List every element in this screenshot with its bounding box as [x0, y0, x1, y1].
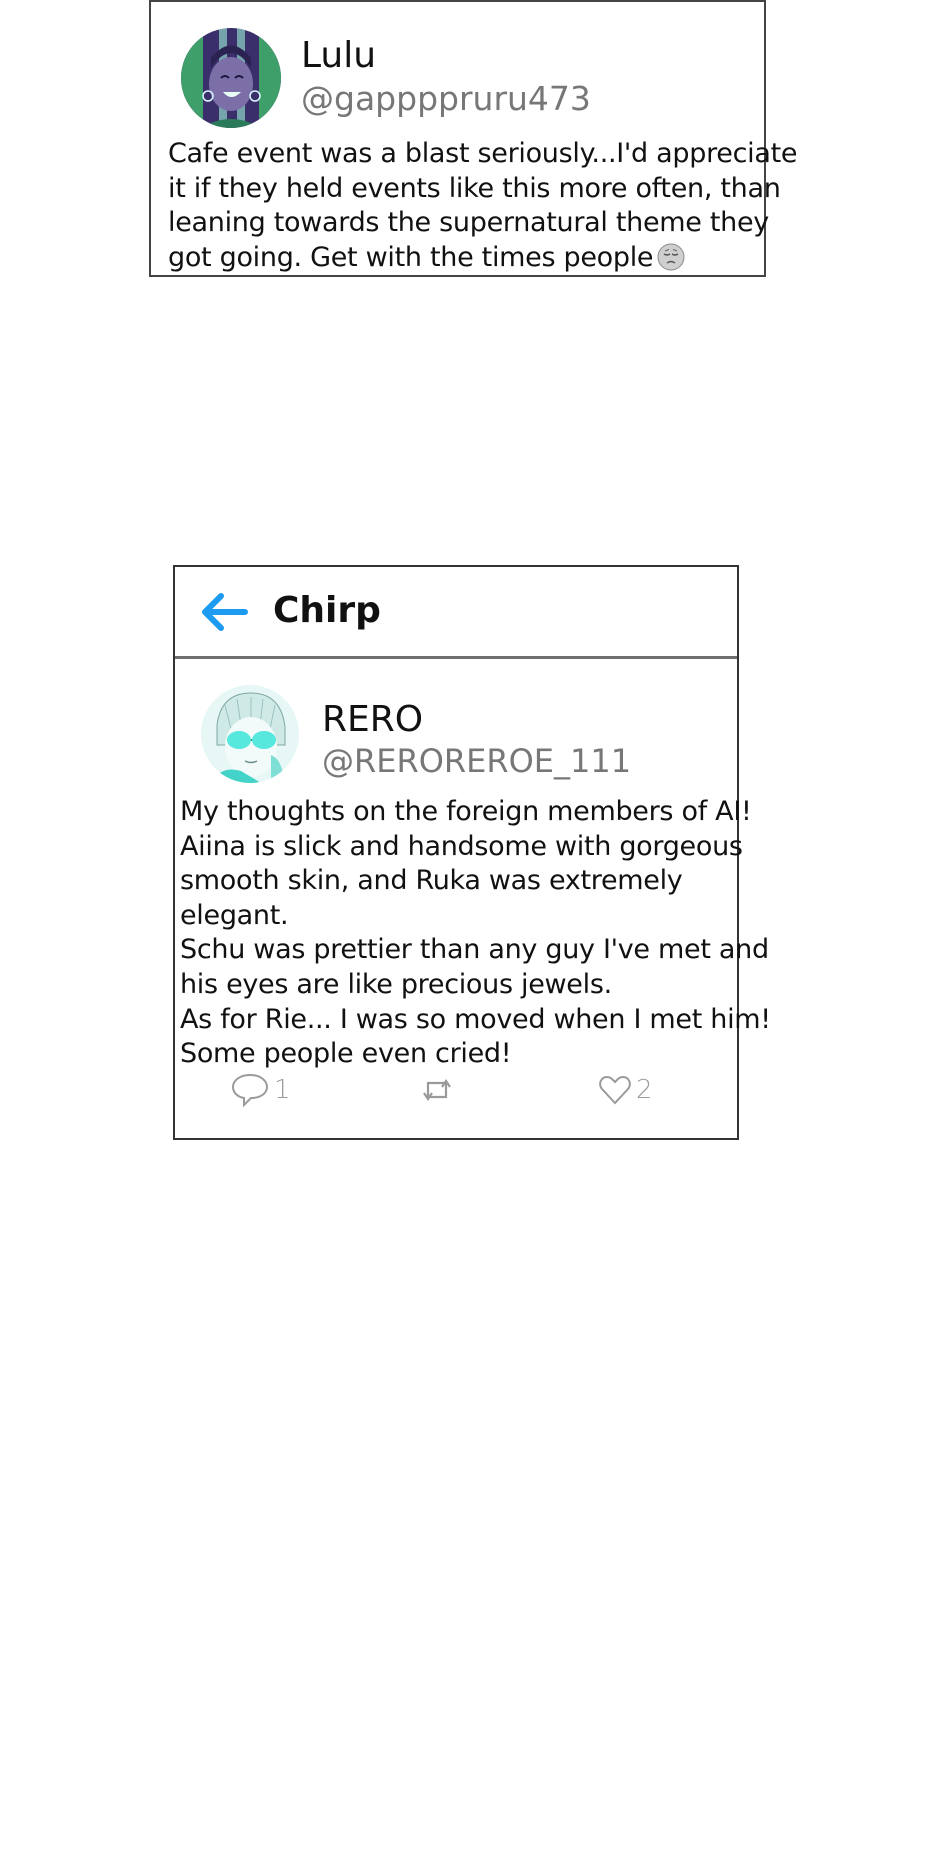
- post-body: My thoughts on the foreign members of AI…: [180, 795, 771, 1072]
- post-body-line: Some people even cried!: [180, 1038, 512, 1070]
- post-body-line: My thoughts on the foreign members of AI…: [180, 796, 752, 827]
- reply-count: 1: [274, 1075, 291, 1105]
- like-count: 2: [636, 1075, 653, 1105]
- back-button[interactable]: [199, 592, 249, 632]
- reply-button[interactable]: 1: [230, 1072, 291, 1108]
- post-body-line: Schu was prettier than any guy I've met …: [180, 934, 769, 966]
- post-body-line: Cafe event was a blast seriously...I'd a…: [168, 138, 798, 169]
- speech-bubble-icon: [231, 1073, 269, 1108]
- heart-icon: [599, 1075, 631, 1105]
- post-body-line: leaning towards the supernatural theme t…: [168, 207, 769, 238]
- app-title: Chirp: [273, 590, 381, 631]
- post-body-line: got going. Get with the times people: [168, 241, 764, 276]
- user-handle[interactable]: @gappppruru473: [301, 80, 591, 118]
- avatar[interactable]: [201, 685, 299, 783]
- rechirp-button[interactable]: [420, 1072, 454, 1108]
- post-body-line: his eyes are like precious jewels.: [180, 968, 612, 1000]
- back-arrow-icon: [202, 593, 248, 631]
- like-button[interactable]: 2: [598, 1072, 653, 1108]
- post-actions: 1 2: [175, 1072, 737, 1108]
- post-body-line: it if they held events like this more of…: [168, 172, 781, 204]
- post-body-line: elegant.: [180, 899, 289, 931]
- user-handle[interactable]: @REROREROE_111: [322, 742, 631, 780]
- display-name[interactable]: Lulu: [301, 36, 376, 76]
- post-body-line: Aiina is slick and handsome with gorgeou…: [180, 830, 743, 862]
- app-header: Chirp: [175, 567, 737, 659]
- post-body-line: smooth skin, and Ruka was extremely: [180, 865, 683, 897]
- repost-icon: [423, 1079, 451, 1101]
- chirp-post-view: Chirp RERO @REROREROE_111 My thoughts on…: [173, 565, 771, 1140]
- post-card-lulu: Lulu @gappppruru473 Cafe event was a bla…: [149, 0, 798, 277]
- display-name[interactable]: RERO: [322, 700, 423, 740]
- avatar-image: [181, 28, 281, 128]
- post-body: Cafe event was a blast seriously...I'd a…: [168, 137, 798, 276]
- pensive-face-icon: [657, 243, 685, 270]
- post-body-line: As for Rie... I was so moved when I met …: [180, 1003, 771, 1035]
- avatar[interactable]: [181, 28, 281, 128]
- avatar-image: [201, 685, 299, 783]
